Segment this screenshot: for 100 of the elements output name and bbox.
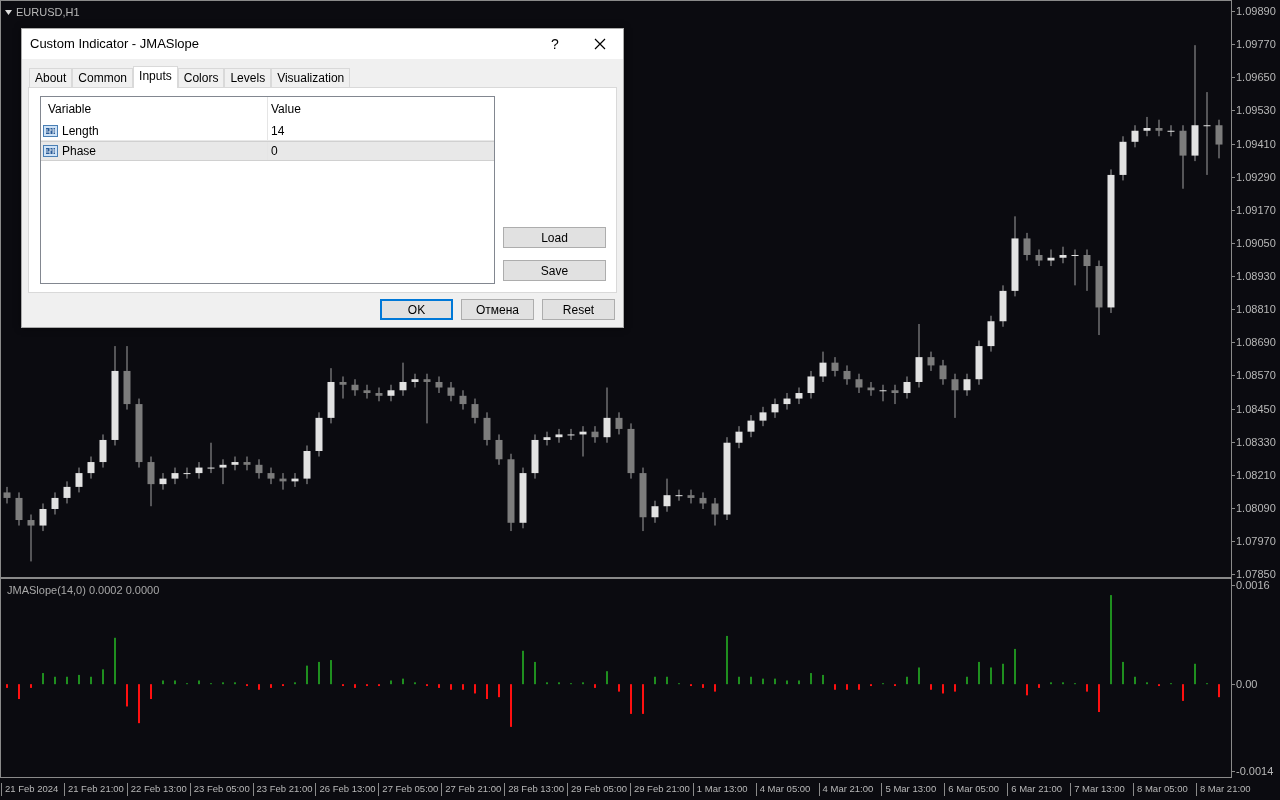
symbol-label: EURUSD,H1 — [16, 5, 80, 20]
price-label: 1.09530 — [1236, 103, 1276, 118]
price-label: 1.09050 — [1236, 235, 1276, 250]
indicator-label: JMASlope(14,0) 0.0002 0.0000 — [7, 583, 160, 598]
tab[interactable]: About — [29, 68, 73, 87]
time-label: 28 Feb 13:00 — [508, 783, 565, 795]
indicator-axis-label: 0.00 — [1236, 677, 1258, 692]
candlestick — [687, 489, 695, 504]
indicator-axis-label: -0.0014 — [1236, 763, 1274, 778]
candlestick — [771, 398, 779, 419]
time-label: 26 Feb 13:00 — [319, 783, 376, 795]
variable-name: Phase — [62, 143, 97, 160]
candlestick — [699, 491, 707, 510]
candlestick — [183, 467, 191, 480]
candlestick — [423, 373, 431, 424]
tab[interactable]: Levels — [224, 68, 272, 87]
candlestick — [843, 364, 851, 386]
candlestick — [471, 398, 479, 424]
candlestick — [207, 442, 215, 474]
candlestick — [951, 373, 959, 419]
candlestick — [459, 389, 467, 411]
candlestick — [1155, 119, 1163, 137]
dropdown-icon[interactable] — [5, 9, 12, 15]
candlestick — [831, 356, 839, 377]
candlestick — [759, 406, 767, 427]
candlestick — [63, 480, 71, 504]
dialog-button[interactable]: Отмена — [461, 299, 534, 320]
dialog-button[interactable]: Reset — [542, 299, 615, 320]
candlestick — [267, 467, 275, 485]
time-label: 22 Feb 13:00 — [130, 783, 187, 795]
time-label: 29 Feb 21:00 — [633, 783, 690, 795]
candlestick — [651, 500, 659, 524]
candlestick — [15, 491, 23, 527]
tab[interactable]: Common — [72, 68, 134, 87]
time-label: 4 Mar 21:00 — [822, 783, 874, 795]
candlestick — [27, 514, 35, 562]
time-label: 8 Mar 21:00 — [1199, 783, 1251, 795]
price-label: 1.08930 — [1236, 269, 1276, 284]
time-label: 8 Mar 05:00 — [1137, 783, 1188, 795]
price-label: 1.08090 — [1236, 500, 1276, 515]
candlestick — [399, 362, 407, 397]
candlestick — [591, 425, 599, 444]
close-icon[interactable] — [594, 38, 606, 50]
candlestick — [159, 472, 167, 491]
side-button[interactable]: Save — [503, 260, 606, 281]
tab[interactable]: Inputs — [133, 66, 178, 88]
candlestick — [555, 428, 563, 444]
candlestick — [711, 497, 719, 527]
candlestick — [447, 381, 455, 402]
price-label: 1.09290 — [1236, 169, 1276, 184]
candlestick — [783, 392, 791, 411]
number-type-icon — [43, 123, 59, 138]
candlestick — [75, 467, 83, 493]
candlestick — [87, 456, 95, 480]
variable-value: 14 — [270, 122, 286, 140]
column-header: Value — [270, 101, 302, 118]
candlestick — [675, 489, 683, 502]
candlestick — [1035, 248, 1043, 267]
price-label: 1.09770 — [1236, 37, 1276, 52]
candlestick — [1131, 124, 1139, 148]
candlestick — [543, 431, 551, 446]
indicator-axis-label: 0.0016 — [1236, 578, 1270, 593]
price-label: 1.08450 — [1236, 401, 1276, 416]
candlestick — [147, 456, 155, 507]
dialog-button[interactable]: OK — [380, 299, 453, 320]
candlestick — [3, 486, 11, 504]
candlestick — [1083, 248, 1091, 292]
table-row[interactable]: Phase 0 — [41, 141, 494, 161]
side-button[interactable]: Load — [503, 227, 606, 248]
price-label: 1.09650 — [1236, 70, 1276, 85]
tab[interactable]: Colors — [177, 68, 225, 87]
time-label: 23 Feb 05:00 — [193, 783, 250, 795]
candlestick — [387, 384, 395, 402]
candlestick — [615, 411, 623, 435]
candlestick — [879, 384, 887, 402]
candlestick — [1071, 248, 1079, 286]
price-label: 1.09890 — [1236, 4, 1276, 19]
candlestick — [351, 378, 359, 397]
time-label: 23 Feb 21:00 — [256, 783, 313, 795]
time-label: 27 Feb 05:00 — [382, 783, 439, 795]
candlestick — [747, 414, 755, 438]
candlestick — [411, 373, 419, 389]
help-button[interactable]: ? — [533, 33, 577, 55]
candlestick — [99, 433, 107, 469]
time-label: 6 Mar 05:00 — [948, 783, 1000, 795]
column-header: Variable — [41, 97, 268, 121]
price-label: 1.08330 — [1236, 434, 1276, 449]
candlestick — [855, 373, 863, 394]
variable-value: 0 — [270, 143, 279, 160]
candlestick — [51, 491, 59, 515]
candlestick — [255, 458, 263, 480]
variable-name: Length — [62, 122, 99, 140]
candlestick — [1059, 246, 1067, 264]
candlestick — [603, 387, 611, 444]
candlestick — [1047, 248, 1055, 267]
time-label: 7 Mar 13:00 — [1074, 783, 1125, 795]
candlestick — [1215, 119, 1223, 159]
price-label: 1.09410 — [1236, 136, 1276, 151]
tab[interactable]: Visualization — [271, 68, 351, 87]
candlestick — [939, 359, 947, 386]
